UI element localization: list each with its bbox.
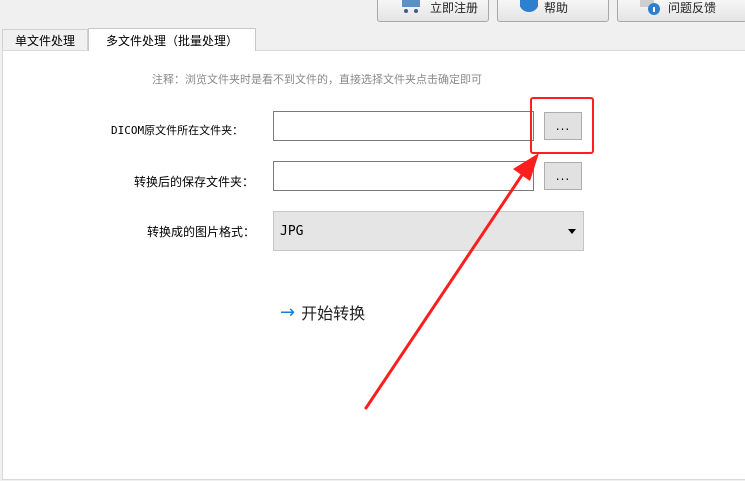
output-folder-label: 转换后的保存文件夹： bbox=[134, 175, 255, 189]
source-folder-input[interactable] bbox=[273, 111, 534, 141]
format-value: JPG bbox=[280, 223, 304, 239]
arrow-right-icon: → bbox=[280, 301, 296, 323]
help-button[interactable]: 帮助 bbox=[497, 0, 609, 22]
format-select[interactable]: JPG bbox=[273, 211, 584, 251]
output-browse-button[interactable]: ... bbox=[544, 162, 582, 190]
output-browse-label: ... bbox=[555, 169, 571, 183]
tab-single-file[interactable]: 单文件处理 bbox=[2, 29, 88, 50]
start-convert-label: 开始转换 bbox=[301, 304, 366, 323]
register-button[interactable]: 立即注册 bbox=[377, 0, 489, 22]
start-convert-button[interactable]: → 开始转换 bbox=[280, 300, 365, 324]
feedback-button[interactable]: 问题反馈 bbox=[617, 0, 745, 22]
format-label: 转换成的图片格式： bbox=[147, 225, 256, 239]
highlight-box bbox=[530, 97, 594, 154]
register-label: 立即注册 bbox=[430, 0, 479, 15]
feedback-label: 问题反馈 bbox=[668, 0, 717, 15]
tab-single-file-label: 单文件处理 bbox=[14, 33, 75, 48]
chevron-down-icon bbox=[568, 229, 576, 234]
hint-note: 注释：浏览文件夹时是看不到文件的，直接选择文件夹点击确定即可 bbox=[152, 73, 482, 86]
output-folder-input[interactable] bbox=[273, 161, 534, 191]
feedback-icon bbox=[640, 0, 662, 18]
cart-icon bbox=[400, 0, 424, 17]
help-label: 帮助 bbox=[544, 0, 569, 15]
tab-multi-file-label: 多文件处理（批量处理） bbox=[105, 33, 238, 48]
tab-multi-file[interactable]: 多文件处理（批量处理） bbox=[88, 28, 256, 51]
tab-bar: 单文件处理 多文件处理（批量处理） bbox=[0, 28, 745, 51]
source-folder-label: DICOM原文件所在文件夹： bbox=[111, 124, 244, 137]
help-icon bbox=[519, 0, 539, 17]
